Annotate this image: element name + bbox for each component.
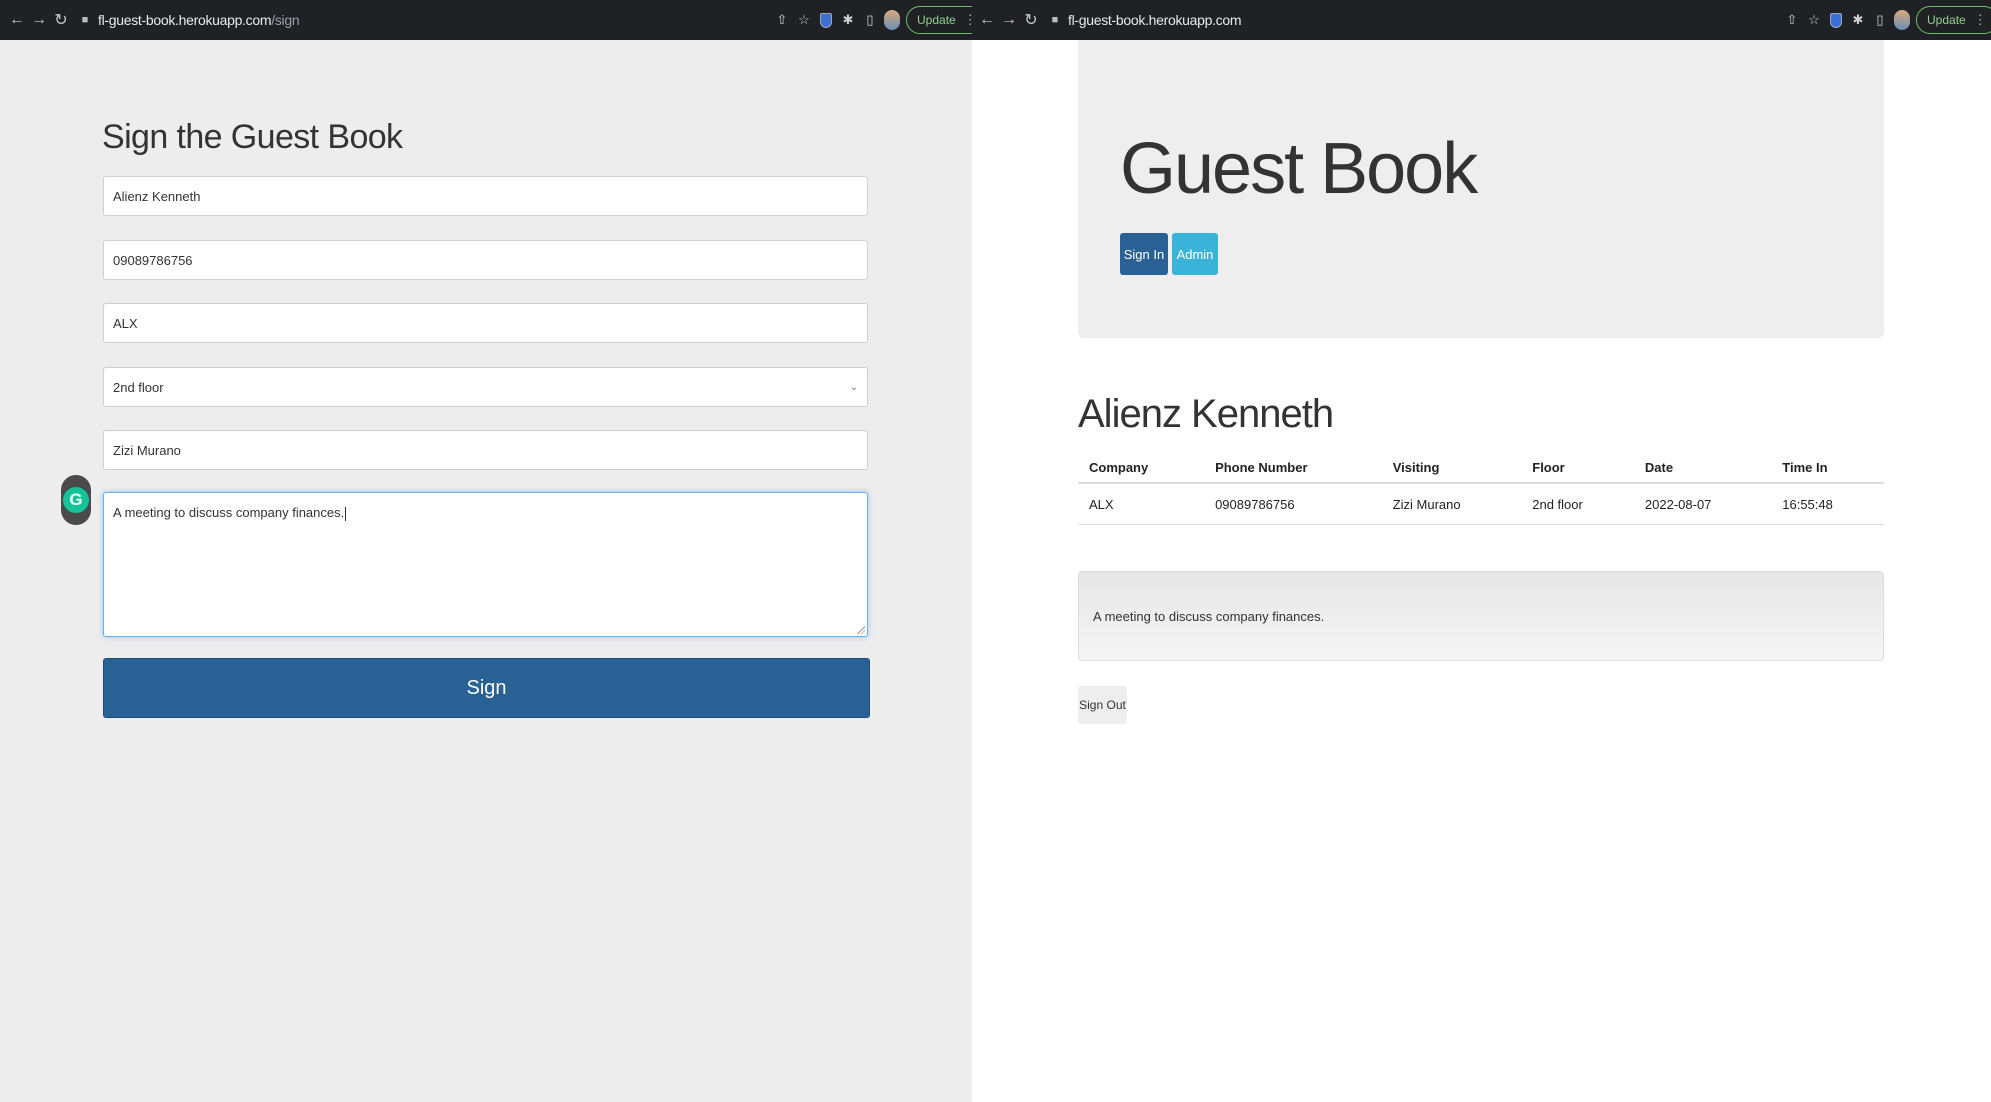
- side-panel-icon[interactable]: ▯: [862, 12, 878, 28]
- column-header: Time In: [1771, 452, 1884, 484]
- toolbar-icons: ⇧ ☆ ✱ ▯ Update ⋮: [1784, 0, 1991, 40]
- table-cell: 16:55:48: [1771, 483, 1884, 525]
- chevron-down-icon: ⌄: [849, 381, 858, 393]
- floor-select[interactable]: 2nd floor ⌄: [103, 367, 868, 407]
- admin-button[interactable]: Admin: [1172, 233, 1218, 275]
- guest-book-title: Guest Book: [1120, 129, 1478, 209]
- side-panel-icon[interactable]: ▯: [1872, 12, 1888, 28]
- table-cell: ALX: [1078, 483, 1205, 525]
- browser-toolbar: ← → ↻ ■ fl-guest-book.herokuapp.com ⇧ ☆ …: [972, 0, 1991, 40]
- resize-handle[interactable]: [857, 626, 865, 634]
- lock-icon: ■: [81, 14, 89, 26]
- grammarly-icon: G: [63, 487, 89, 513]
- more-menu-icon: ⋮: [1973, 12, 1987, 27]
- browser-toolbar: ← → ↻ ■ fl-guest-book.herokuapp.com/sign…: [0, 0, 972, 40]
- company-input[interactable]: ALX: [103, 303, 868, 343]
- table-cell: 09089786756: [1204, 483, 1382, 525]
- host-input[interactable]: Zizi Murano: [103, 430, 868, 470]
- phone-input[interactable]: 09089786756: [103, 240, 868, 280]
- purpose-textarea[interactable]: A meeting to discuss company finances.: [103, 492, 868, 637]
- table-cell: 2nd floor: [1521, 483, 1634, 525]
- column-header: Company: [1078, 452, 1205, 484]
- extension-shield-icon[interactable]: [818, 12, 834, 28]
- floor-select-value: 2nd floor: [113, 379, 164, 395]
- name-input[interactable]: Alienz Kenneth: [103, 176, 868, 216]
- extension-shield-icon[interactable]: [1828, 12, 1844, 28]
- share-icon[interactable]: ⇧: [1784, 12, 1800, 28]
- text-caret: [345, 506, 347, 521]
- table-row: ALX 09089786756 Zizi Murano 2nd floor 20…: [1078, 483, 1884, 525]
- visitor-name: Alienz Kenneth: [1078, 392, 1334, 436]
- update-button[interactable]: Update ⋮: [1916, 6, 1991, 34]
- url-host: fl-guest-book.herokuapp.com: [98, 12, 272, 28]
- table-header-row: Company Phone Number Visiting Floor Date…: [1078, 452, 1884, 484]
- forward-arrow-icon[interactable]: →: [998, 9, 1020, 31]
- bookmark-star-icon[interactable]: ☆: [796, 12, 812, 28]
- page-title: Sign the Guest Book: [102, 118, 403, 156]
- update-label: Update: [917, 13, 956, 27]
- visit-details-table: Company Phone Number Visiting Floor Date…: [1078, 452, 1884, 525]
- column-header: Visiting: [1381, 452, 1522, 484]
- extensions-puzzle-icon[interactable]: ✱: [840, 12, 856, 28]
- forward-arrow-icon[interactable]: →: [28, 9, 50, 31]
- url-host: fl-guest-book.herokuapp.com: [1068, 12, 1242, 28]
- column-header: Phone Number: [1204, 452, 1382, 484]
- address-bar[interactable]: ■ fl-guest-book.herokuapp.com: [1048, 5, 1242, 35]
- back-arrow-icon[interactable]: ←: [976, 9, 998, 31]
- column-header: Date: [1633, 452, 1772, 484]
- guest-book-window: ← → ↻ ■ fl-guest-book.herokuapp.com ⇧ ☆ …: [972, 0, 1991, 1102]
- profile-avatar[interactable]: [1894, 10, 1910, 30]
- back-arrow-icon[interactable]: ←: [6, 9, 28, 31]
- toolbar-icons: ⇧ ☆ ✱ ▯ Update ⋮: [774, 0, 972, 40]
- extensions-puzzle-icon[interactable]: ✱: [1850, 12, 1866, 28]
- sign-in-button[interactable]: Sign In: [1120, 233, 1168, 275]
- grammarly-widget[interactable]: G: [61, 475, 91, 525]
- profile-avatar[interactable]: [884, 10, 900, 30]
- sign-out-button[interactable]: Sign Out: [1078, 686, 1127, 724]
- share-icon[interactable]: ⇧: [774, 12, 790, 28]
- update-label: Update: [1927, 13, 1966, 27]
- purpose-well: A meeting to discuss company finances.: [1078, 571, 1884, 661]
- update-button[interactable]: Update ⋮: [906, 6, 972, 34]
- lock-icon: ■: [1051, 14, 1059, 26]
- bookmark-star-icon[interactable]: ☆: [1806, 12, 1822, 28]
- purpose-text: A meeting to discuss company finances.: [113, 505, 345, 520]
- sign-button[interactable]: Sign: [103, 658, 870, 718]
- reload-icon[interactable]: ↻: [50, 9, 72, 31]
- reload-icon[interactable]: ↻: [1020, 9, 1042, 31]
- table-cell: 2022-08-07: [1633, 483, 1772, 525]
- header-jumbotron: Guest Book Sign In Admin: [1078, 40, 1884, 338]
- column-header: Floor: [1521, 452, 1634, 484]
- table-cell: Zizi Murano: [1381, 483, 1522, 525]
- sign-form-window: ← → ↻ ■ fl-guest-book.herokuapp.com/sign…: [0, 0, 972, 1102]
- more-menu-icon: ⋮: [963, 12, 972, 27]
- url-path: /sign: [271, 12, 300, 28]
- address-bar[interactable]: ■ fl-guest-book.herokuapp.com/sign: [78, 5, 300, 35]
